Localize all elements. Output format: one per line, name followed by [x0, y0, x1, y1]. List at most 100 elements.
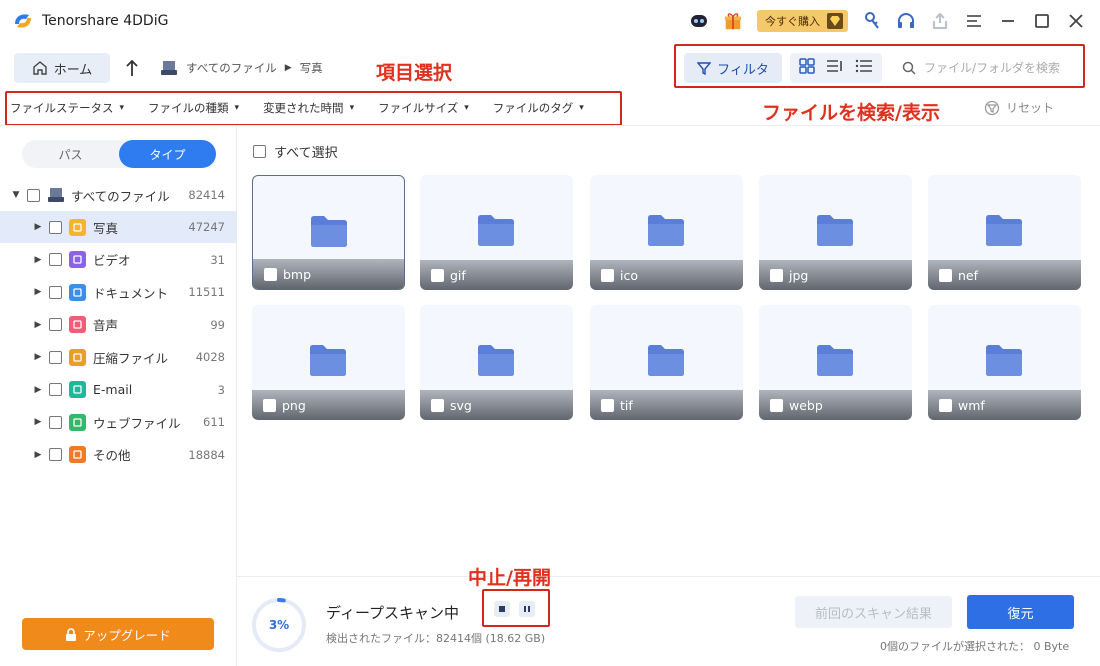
- caret-down-icon[interactable]: ▼: [11, 190, 21, 200]
- restore-button[interactable]: 復元: [967, 595, 1074, 629]
- folder-checkbox[interactable]: [601, 398, 614, 412]
- caret-right-icon[interactable]: ▶: [33, 352, 43, 362]
- select-all-checkbox[interactable]: [253, 145, 266, 158]
- checkbox[interactable]: [49, 415, 62, 429]
- folder-icon: [986, 215, 1022, 246]
- previous-scan-results-button[interactable]: 前回のスキャン結果: [795, 596, 952, 628]
- checkbox[interactable]: [49, 318, 62, 331]
- video-icon: [69, 251, 86, 268]
- checkbox[interactable]: [49, 285, 62, 299]
- tab-path[interactable]: パス: [22, 140, 119, 168]
- caret-right-icon[interactable]: ▶: [33, 417, 43, 427]
- share-export-icon[interactable]: [930, 11, 950, 31]
- caret-right-icon[interactable]: ▶: [33, 222, 43, 232]
- caret-right-icon[interactable]: ▶: [33, 450, 43, 460]
- home-button[interactable]: ホーム: [14, 53, 110, 83]
- list-view-icon[interactable]: [855, 58, 873, 78]
- folder-card[interactable]: nef: [928, 175, 1081, 290]
- folder-card[interactable]: webp: [759, 305, 912, 420]
- folder-checkbox[interactable]: [770, 398, 783, 412]
- checkbox[interactable]: [27, 188, 40, 202]
- folder-card[interactable]: tif: [590, 305, 743, 420]
- breadcrumb-separator-icon: ▶: [284, 63, 292, 73]
- checkbox[interactable]: [49, 253, 62, 266]
- buy-now-button[interactable]: 今すぐ購入: [757, 10, 848, 32]
- reset-button[interactable]: リセット: [984, 99, 1054, 116]
- folder-card[interactable]: bmp: [252, 175, 405, 290]
- caret-right-icon[interactable]: ▶: [33, 255, 43, 265]
- tree-row[interactable]: ▶ 音声 99: [0, 309, 237, 341]
- folder-checkbox[interactable]: [264, 267, 277, 281]
- tree-row[interactable]: ▶ E-mail 3: [0, 374, 237, 406]
- tab-type[interactable]: タイプ: [119, 140, 216, 168]
- tree-count: 4028: [195, 350, 225, 364]
- folder-checkbox[interactable]: [263, 398, 276, 412]
- folder-checkbox[interactable]: [431, 398, 444, 412]
- folder-card[interactable]: ico: [590, 175, 743, 290]
- pause-resume-highlight: [482, 589, 550, 627]
- folder-name: png: [282, 397, 306, 413]
- stop-button[interactable]: [494, 601, 510, 617]
- pause-button[interactable]: [519, 601, 535, 617]
- folder-name: jpg: [789, 267, 809, 283]
- tree-row[interactable]: ▶ その他 18884: [0, 439, 237, 471]
- upgrade-button[interactable]: アップグレード: [22, 618, 214, 650]
- list-detail-view-icon[interactable]: [826, 58, 844, 78]
- breadcrumb-item-all-files[interactable]: すべてのファイル: [186, 60, 277, 76]
- folder-card[interactable]: gif: [420, 175, 573, 290]
- assistant-robot-icon[interactable]: [689, 11, 709, 31]
- checkbox[interactable]: [49, 383, 62, 396]
- archive-icon: [69, 348, 86, 366]
- up-arrow-icon[interactable]: [124, 58, 140, 78]
- headset-support-icon[interactable]: [896, 11, 916, 31]
- folder-card[interactable]: png: [252, 305, 405, 420]
- filter-label: 変更された時間: [263, 101, 344, 115]
- tree-count: 18884: [188, 447, 225, 462]
- filter-file-tag-dropdown[interactable]: ファイルのタグ ▾: [493, 100, 584, 116]
- checkbox[interactable]: [49, 448, 62, 461]
- folder-checkbox[interactable]: [939, 268, 952, 282]
- checkbox[interactable]: [49, 350, 62, 364]
- breadcrumb-item-photos[interactable]: 写真: [300, 60, 323, 76]
- email-icon: [69, 381, 86, 398]
- caret-right-icon[interactable]: ▶: [33, 320, 43, 330]
- tree-row-all-files[interactable]: ▼ すべてのファイル 82414: [0, 179, 237, 211]
- tree-count: 99: [210, 317, 225, 332]
- folder-card[interactable]: wmf: [928, 305, 1081, 420]
- folder-checkbox[interactable]: [770, 268, 783, 282]
- minimize-icon[interactable]: [998, 11, 1018, 31]
- home-label: ホーム: [53, 62, 93, 78]
- select-all[interactable]: すべて選択: [253, 142, 338, 161]
- filter-button[interactable]: フィルタ: [684, 53, 782, 83]
- folder-checkbox[interactable]: [601, 268, 614, 282]
- folder-checkbox[interactable]: [939, 398, 952, 412]
- tree-row[interactable]: ▶ 写真 47247: [0, 211, 237, 243]
- tree-row[interactable]: ▶ 圧縮ファイル 4028: [0, 341, 237, 373]
- folder-card[interactable]: svg: [420, 305, 573, 420]
- filter-modified-time-dropdown[interactable]: 変更された時間 ▾: [263, 100, 354, 116]
- caret-right-icon[interactable]: ▶: [33, 287, 43, 297]
- maximize-icon[interactable]: [1032, 11, 1052, 31]
- checkbox[interactable]: [49, 220, 62, 234]
- detected-files-info: 検出されたファイル：82414個 (18.62 GB): [326, 632, 546, 645]
- tree-count: 82414: [188, 188, 225, 202]
- tree-label: ドキュメント: [93, 285, 169, 301]
- tree-row[interactable]: ▶ ウェブファイル 611: [0, 406, 237, 438]
- filter-label: ファイルのタグ: [492, 101, 574, 115]
- annotation-pause-resume: 中止/再開: [468, 567, 551, 589]
- caret-right-icon[interactable]: ▶: [33, 385, 43, 395]
- folder-checkbox[interactable]: [431, 268, 444, 282]
- key-icon[interactable]: [862, 11, 882, 31]
- filter-file-status-dropdown[interactable]: ファイルステータス ▾: [10, 100, 124, 116]
- close-icon[interactable]: [1066, 11, 1086, 31]
- grid-view-icon[interactable]: [799, 58, 816, 78]
- menu-icon[interactable]: [964, 11, 984, 31]
- tree-row[interactable]: ▶ ビデオ 31: [0, 244, 237, 276]
- filter-file-size-dropdown[interactable]: ファイルサイズ ▾: [378, 100, 469, 116]
- filter-file-type-dropdown[interactable]: ファイルの種類 ▾: [148, 100, 239, 116]
- gift-icon[interactable]: [723, 11, 743, 31]
- folder-card[interactable]: jpg: [759, 175, 912, 290]
- tree-row[interactable]: ▶ ドキュメント 11511: [0, 276, 237, 308]
- chevron-down-icon: ▾: [579, 103, 584, 113]
- search-input[interactable]: [924, 61, 1074, 75]
